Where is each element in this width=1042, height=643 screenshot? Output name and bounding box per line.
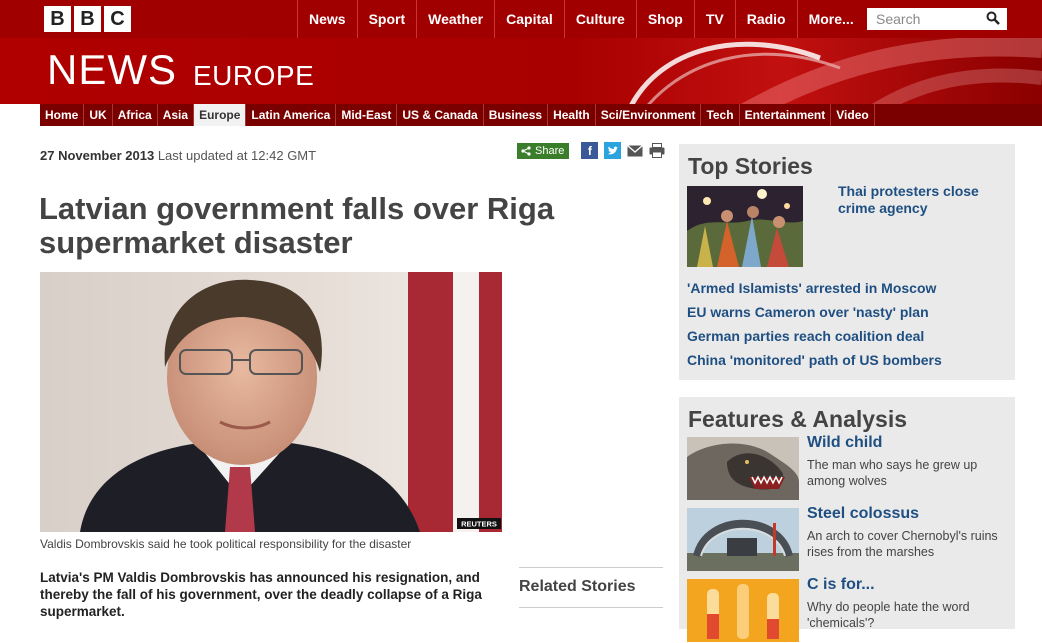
section-asia[interactable]: Asia [158, 104, 195, 126]
share-tools: Share f [517, 142, 665, 159]
section-latin-america[interactable]: Latin America [246, 104, 337, 126]
feature-thumbnail[interactable] [687, 437, 799, 500]
feature-desc: Why do people hate the word 'chemicals'? [807, 600, 970, 630]
top-story-lead-image[interactable] [687, 186, 803, 267]
photo-credit: REUTERS [461, 520, 497, 529]
search-placeholder: Search [876, 11, 921, 27]
section-nav: Home UK Africa Asia Europe Latin America… [40, 104, 1014, 126]
facebook-icon[interactable]: f [581, 142, 599, 159]
feature-desc: The man who says he grew up among wolves [807, 458, 978, 488]
nav-sport[interactable]: Sport [356, 0, 417, 38]
article-photo-image: REUTERS [40, 272, 502, 532]
global-nav: News Sport Weather Capital Culture Shop … [297, 0, 865, 38]
twitter-icon[interactable] [604, 142, 622, 159]
email-icon[interactable] [627, 144, 644, 157]
top-story-link[interactable]: EU warns Cameron over 'nasty' plan [687, 304, 942, 328]
feature-title[interactable]: C is for... [807, 576, 875, 594]
features-heading: Features & Analysis [688, 406, 908, 432]
top-stories-heading: Top Stories [688, 153, 813, 179]
feature-thumbnail[interactable] [687, 579, 799, 642]
section-us-canada[interactable]: US & Canada [397, 104, 484, 126]
nav-radio[interactable]: Radio [734, 0, 797, 38]
feature-item[interactable]: Wild child The man who says he grew up a… [687, 434, 1007, 501]
nav-news[interactable]: News [297, 0, 357, 38]
nav-filler [1014, 104, 1042, 126]
section-entertainment[interactable]: Entertainment [740, 104, 832, 126]
article-updated: Last updated at 12:42 GMT [157, 148, 317, 163]
top-bar: B B C News Sport Weather Capital Culture… [0, 0, 1042, 38]
region-name[interactable]: EUROPE [193, 60, 314, 92]
top-story-link[interactable]: China 'monitored' path of US bombers [687, 352, 942, 376]
share-icon [521, 145, 531, 156]
bbc-logo-letter: B [74, 6, 101, 32]
print-icon[interactable] [649, 143, 665, 158]
section-health[interactable]: Health [548, 104, 596, 126]
nav-weather[interactable]: Weather [416, 0, 494, 38]
masthead: NEWS EUROPE [0, 38, 1042, 104]
article-intro: Latvia's PM Valdis Dombrovskis has annou… [40, 570, 482, 619]
nav-tv[interactable]: TV [693, 0, 735, 38]
nav-shop[interactable]: Shop [635, 0, 694, 38]
article-headline: Latvian government falls over Riga super… [39, 191, 555, 260]
section-video[interactable]: Video [831, 104, 875, 126]
search-icon[interactable] [986, 11, 1000, 25]
section-business[interactable]: Business [484, 104, 549, 126]
feature-thumbnail[interactable] [687, 508, 799, 571]
site-name[interactable]: NEWS [47, 46, 177, 94]
dateline: 27 November 2013 Last updated at 12:42 G… [40, 148, 316, 163]
article-date: 27 November 2013 [40, 148, 155, 163]
article-photo: REUTERS [40, 272, 502, 532]
section-europe[interactable]: Europe [194, 104, 247, 126]
share-label: Share [535, 144, 565, 157]
feature-item[interactable]: C is for... Why do people hate the word … [687, 576, 1007, 643]
section-sci-environment[interactable]: Sci/Environment [596, 104, 702, 126]
share-button[interactable]: Share [517, 142, 570, 159]
features-panel: Features & Analysis Wild child The man w… [679, 397, 1015, 642]
bbc-logo[interactable]: B B C [44, 6, 131, 32]
feature-title[interactable]: Steel colossus [807, 505, 919, 523]
nav-culture[interactable]: Culture [563, 0, 636, 38]
section-tech[interactable]: Tech [701, 104, 740, 126]
top-story-link[interactable]: 'Armed Islamists' arrested in Moscow [687, 280, 942, 304]
masthead-swoosh-graphic [629, 38, 1042, 104]
section-mid-east[interactable]: Mid-East [336, 104, 398, 126]
section-home[interactable]: Home [40, 104, 85, 126]
feature-item[interactable]: Steel colossus An arch to cover Chernoby… [687, 505, 1007, 572]
bbc-logo-letter: B [44, 6, 71, 32]
nav-more[interactable]: More... [796, 0, 865, 38]
top-story-lead-link[interactable]: Thai protesters close crime agency [838, 183, 1008, 216]
related-stories-heading: Related Stories [519, 567, 663, 608]
bbc-logo-letter: C [104, 6, 131, 32]
nav-capital[interactable]: Capital [494, 0, 564, 38]
top-stories-panel: Top Stories Thai protesters close crime … [679, 144, 1015, 380]
feature-desc: An arch to cover Chernobyl's ruins rises… [807, 529, 998, 559]
top-stories-list: 'Armed Islamists' arrested in Moscow EU … [687, 280, 942, 376]
search-input[interactable]: Search [867, 8, 1007, 30]
section-uk[interactable]: UK [84, 104, 113, 126]
photo-caption: Valdis Dombrovskis said he took politica… [40, 537, 412, 551]
feature-title[interactable]: Wild child [807, 434, 882, 452]
section-africa[interactable]: Africa [113, 104, 158, 126]
top-story-link[interactable]: German parties reach coalition deal [687, 328, 942, 352]
